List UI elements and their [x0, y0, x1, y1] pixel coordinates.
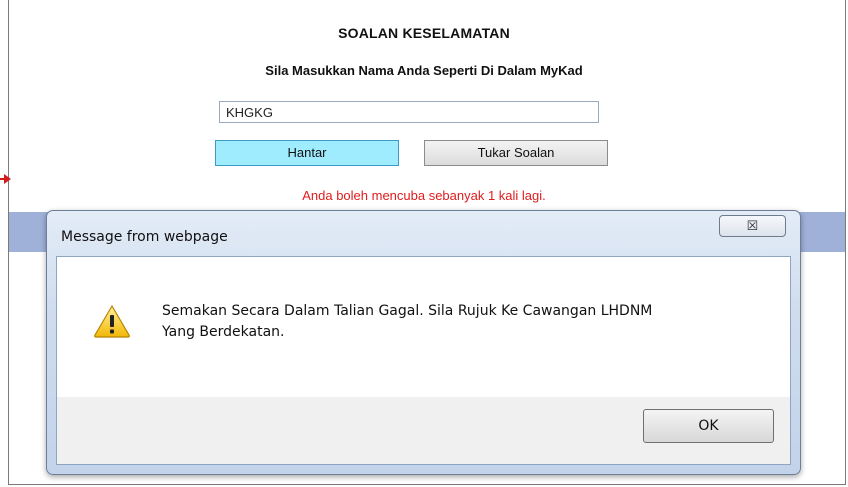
name-input[interactable]	[219, 101, 599, 123]
close-icon: ☒	[746, 218, 759, 233]
message-dialog: Message from webpage ☒ Semakan Secara Da…	[46, 210, 801, 475]
page-title: SOALAN KESELAMATAN	[338, 25, 510, 41]
dialog-message-line1: Semakan Secara Dalam Talian Gagal. Sila …	[162, 303, 653, 319]
submit-button[interactable]: Hantar	[215, 140, 399, 166]
ok-button[interactable]: OK	[643, 409, 774, 443]
warning-icon	[94, 304, 130, 338]
annotation-arrow-icon	[4, 174, 11, 184]
name-prompt: Sila Masukkan Nama Anda Seperti Di Dalam…	[265, 63, 583, 78]
dialog-message-line2: Yang Berdekatan.	[162, 324, 285, 340]
change-question-button[interactable]: Tukar Soalan	[424, 140, 608, 166]
dialog-message: Semakan Secara Dalam Talian Gagal. Sila …	[162, 301, 762, 343]
close-button[interactable]: ☒	[719, 215, 786, 237]
attempts-warning: Anda boleh mencuba sebanyak 1 kali lagi.	[302, 188, 546, 203]
dialog-title: Message from webpage	[61, 229, 228, 245]
dialog-body: Semakan Secara Dalam Talian Gagal. Sila …	[56, 256, 791, 465]
